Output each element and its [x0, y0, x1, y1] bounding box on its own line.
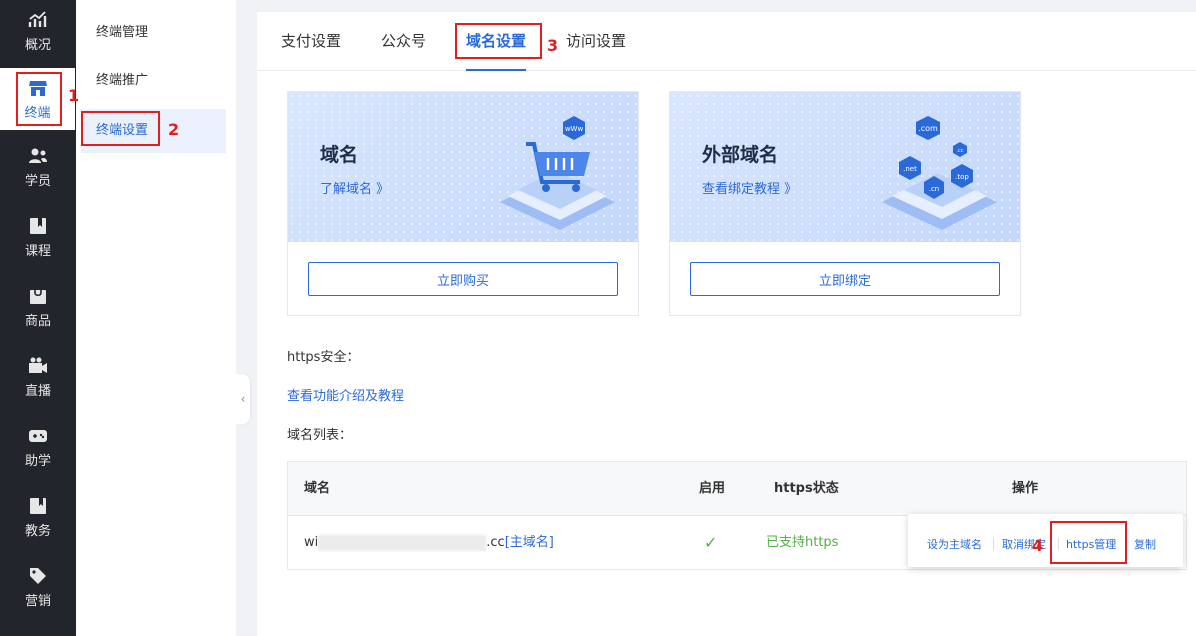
- learn-domain-link[interactable]: 了解域名 》: [320, 178, 389, 197]
- tab-official-account[interactable]: 公众号: [381, 12, 426, 71]
- rail-item-students[interactable]: 学员: [0, 132, 76, 202]
- shopping-bag-icon: [28, 286, 48, 306]
- annotation-number-1: 1: [68, 86, 80, 105]
- rail-item-overview[interactable]: 概况: [0, 0, 76, 62]
- users-icon: [28, 146, 48, 166]
- rail-item-assist[interactable]: 助学: [0, 412, 76, 482]
- chart-trend-icon: [28, 10, 48, 30]
- terminal-submenu: 终端管理 终端推广 终端设置: [76, 0, 236, 636]
- card-title: 域名: [320, 144, 359, 166]
- annotation-box-1: [16, 72, 62, 126]
- cc-badge-text: .cc: [956, 148, 963, 154]
- rail-label: 学员: [24, 173, 51, 189]
- binding-tutorial-link[interactable]: 查看绑定教程 》: [702, 178, 797, 197]
- bind-now-button[interactable]: 立即绑定: [690, 262, 1000, 296]
- col-header-domain: 域名: [304, 481, 331, 496]
- tab-access-settings[interactable]: 访问设置: [566, 12, 626, 71]
- submenu-item-terminal-manage[interactable]: 终端管理: [81, 11, 226, 55]
- domain-extensions-illustration-icon: .com .cc .net .top .cn: [882, 116, 997, 230]
- rail-label: 教务: [24, 523, 51, 539]
- annotation-number-2: 2: [168, 120, 180, 139]
- gamepad-icon: [28, 426, 48, 446]
- rail-item-academic[interactable]: 教务: [0, 482, 76, 552]
- tab-payment-settings[interactable]: 支付设置: [281, 12, 341, 71]
- book-icon: [28, 216, 48, 236]
- annotation-number-4: 4: [1032, 536, 1044, 555]
- annotation-box-3: [455, 23, 542, 59]
- rail-label: 营销: [24, 593, 51, 609]
- annotation-box-4: [1050, 521, 1127, 564]
- domain-suffix: .cc: [486, 535, 505, 550]
- redacted-domain: [318, 534, 487, 551]
- https-status-text: 已支持https: [766, 535, 839, 550]
- buy-now-button[interactable]: 立即购买: [308, 262, 618, 296]
- feature-intro-link[interactable]: 查看功能介绍及教程: [287, 385, 404, 404]
- rail-label: 直播: [24, 383, 51, 399]
- col-header-actions: 操作: [1012, 481, 1039, 496]
- external-domain-card: 外部域名 查看绑定教程 》 .com .cc .net .top .cn 立即绑…: [669, 91, 1021, 316]
- net-badge-text: .net: [903, 165, 917, 173]
- col-header-https-status: https状态: [774, 481, 839, 496]
- https-security-label: https安全：: [287, 350, 360, 365]
- annotation-number-3: 3: [547, 36, 559, 55]
- domain-cell: wi .cc[主域名]: [304, 516, 554, 570]
- row-actions-popover: 设为主域名 取消绑定 https管理 复制: [908, 514, 1183, 567]
- video-camera-icon: [28, 356, 48, 376]
- bookmark-book-icon: [28, 496, 48, 516]
- rail-item-courses[interactable]: 课程: [0, 202, 76, 272]
- col-header-enabled: 启用: [699, 481, 726, 496]
- annotation-box-2: [81, 111, 160, 146]
- tag-icon: [28, 566, 48, 586]
- copy-button[interactable]: 复制: [1134, 514, 1156, 567]
- top-badge-text: .top: [955, 173, 969, 181]
- card-hero: 外部域名 查看绑定教程 》 .com .cc .net .top .cn: [670, 92, 1020, 242]
- domain-list-label: 域名列表：: [287, 428, 353, 443]
- rail-item-marketing[interactable]: 营销: [0, 552, 76, 622]
- rail-label: 商品: [24, 313, 51, 329]
- collapse-sidebar-handle[interactable]: ‹: [236, 374, 250, 424]
- rail-item-live[interactable]: 直播: [0, 342, 76, 412]
- chevron-left-icon: ‹: [240, 392, 246, 406]
- settings-tabs: 支付设置 公众号 域名设置 访问设置: [257, 12, 1196, 71]
- set-primary-domain-button[interactable]: 设为主域名: [927, 514, 982, 567]
- com-badge-text: .com: [918, 124, 938, 133]
- rail-label: 助学: [24, 453, 51, 469]
- card-title: 外部域名: [702, 144, 779, 166]
- submenu-item-terminal-promote[interactable]: 终端推广: [81, 59, 226, 103]
- table-header: 域名 启用 https状态 操作: [288, 462, 1186, 516]
- card-hero: 域名 了解域名 》 wWw: [288, 92, 638, 242]
- rail-label: 概况: [24, 37, 51, 53]
- rail-label: 课程: [24, 243, 51, 259]
- primary-domain-tag: [主域名]: [504, 535, 554, 550]
- domain-purchase-card: 域名 了解域名 》 wWw 立即购买: [287, 91, 639, 316]
- shopping-cart-illustration-icon: wWw: [500, 116, 615, 230]
- www-badge-text: wWw: [565, 125, 584, 133]
- enabled-check-icon: ✓: [704, 533, 718, 552]
- rail-item-products[interactable]: 商品: [0, 272, 76, 342]
- domain-prefix: wi: [304, 535, 319, 550]
- cn-badge-text: .cn: [929, 185, 940, 193]
